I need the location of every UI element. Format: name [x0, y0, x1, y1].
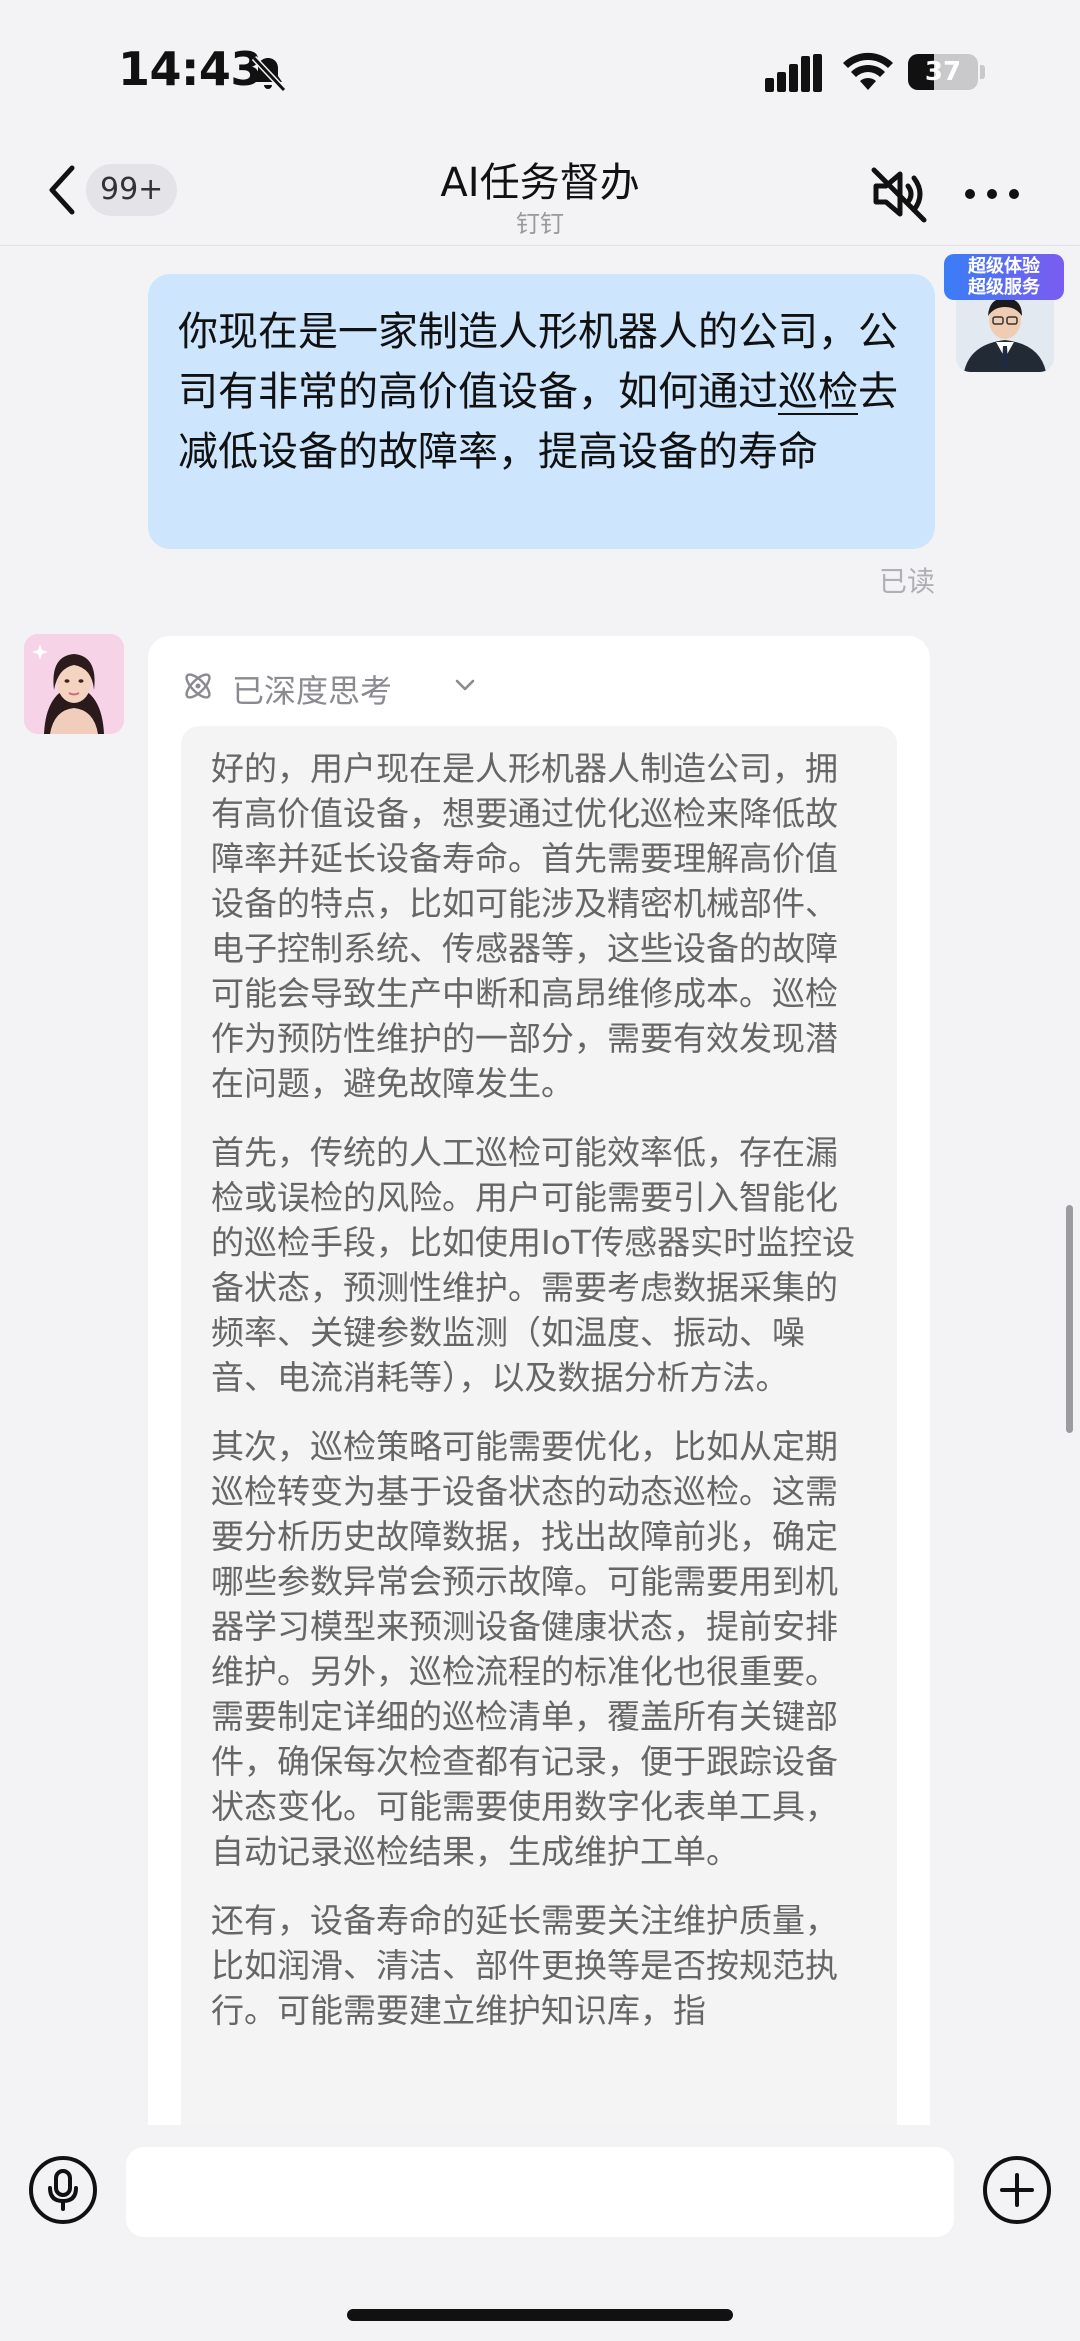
atom-thinking-icon: [185, 673, 211, 699]
battery-level: 37: [924, 57, 962, 87]
ai-assistant-avatar[interactable]: [24, 634, 124, 734]
thinking-content: 好的，用户现在是人形机器人制造公司，拥有高价值设备，想要通过优化巡检来降低故障率…: [181, 726, 897, 2125]
microphone-icon[interactable]: [28, 2155, 98, 2225]
thinking-paragraph: 首先，传统的人工巡检可能效率低，存在漏检或误检的风险。用户可能需要引入智能化的巡…: [211, 1133, 856, 1397]
chat-title: AI任务督办: [440, 160, 640, 206]
avatar-promo-badge: 超级体验 超级服务: [944, 254, 1064, 300]
back-chevron-icon[interactable]: [44, 162, 80, 218]
navigation-bar: 99+ AI任务督办 钉钉: [0, 140, 1080, 246]
chevron-down-icon: [455, 679, 475, 691]
chat-subtitle: 钉钉: [516, 210, 564, 238]
wifi-icon: [843, 52, 893, 90]
status-bar: 14:43 37: [0, 0, 1080, 140]
bell-muted-icon: [251, 55, 287, 93]
unread-count-badge[interactable]: 99+: [86, 164, 178, 216]
speaker-muted-icon[interactable]: [868, 162, 932, 226]
home-indicator[interactable]: [347, 2309, 733, 2321]
user-message-link[interactable]: 巡检: [778, 369, 858, 415]
message-input-bar: [0, 2125, 1080, 2341]
cellular-signal-icon: [765, 54, 822, 92]
deep-thinking-label: 已深度思考: [232, 672, 393, 710]
add-plus-icon[interactable]: [982, 2155, 1052, 2225]
thinking-paragraph: 好的，用户现在是人形机器人制造公司，拥有高价值设备，想要通过优化巡检来降低故障率…: [211, 749, 838, 1103]
status-time: 14:43: [118, 42, 262, 96]
message-list[interactable]: 你现在是一家制造人形机器人的公司，公司有非常的高价值设备，如何通过巡检去减低设备…: [0, 247, 1080, 2125]
read-receipt: 已读: [878, 565, 935, 598]
thinking-paragraph: 其次，巡检策略可能需要优化，比如从定期巡检转变为基于设备状态的动态巡检。这需要分…: [211, 1427, 838, 1871]
ai-message-card[interactable]: 已深度思考 好的，用户现在是人形机器人制造公司，拥有高价值设备，想要通过优化巡检…: [148, 636, 930, 2125]
user-message-bubble[interactable]: 你现在是一家制造人形机器人的公司，公司有非常的高价值设备，如何通过巡检去减低设备…: [148, 274, 935, 549]
message-text-input[interactable]: [126, 2147, 954, 2237]
thinking-paragraph: 还有，设备寿命的延长需要关注维护质量，比如润滑、清洁、部件更换等是否按规范执行。…: [211, 1901, 838, 2030]
battery-icon: 37: [908, 54, 985, 90]
chat-screen: 14:43 37 99+ AI任务督办 钉钉 你现在是一家制造人形机器人的公司，…: [0, 0, 1080, 2341]
scrollbar[interactable]: [1066, 1205, 1073, 1433]
more-options-icon[interactable]: [960, 174, 1024, 214]
